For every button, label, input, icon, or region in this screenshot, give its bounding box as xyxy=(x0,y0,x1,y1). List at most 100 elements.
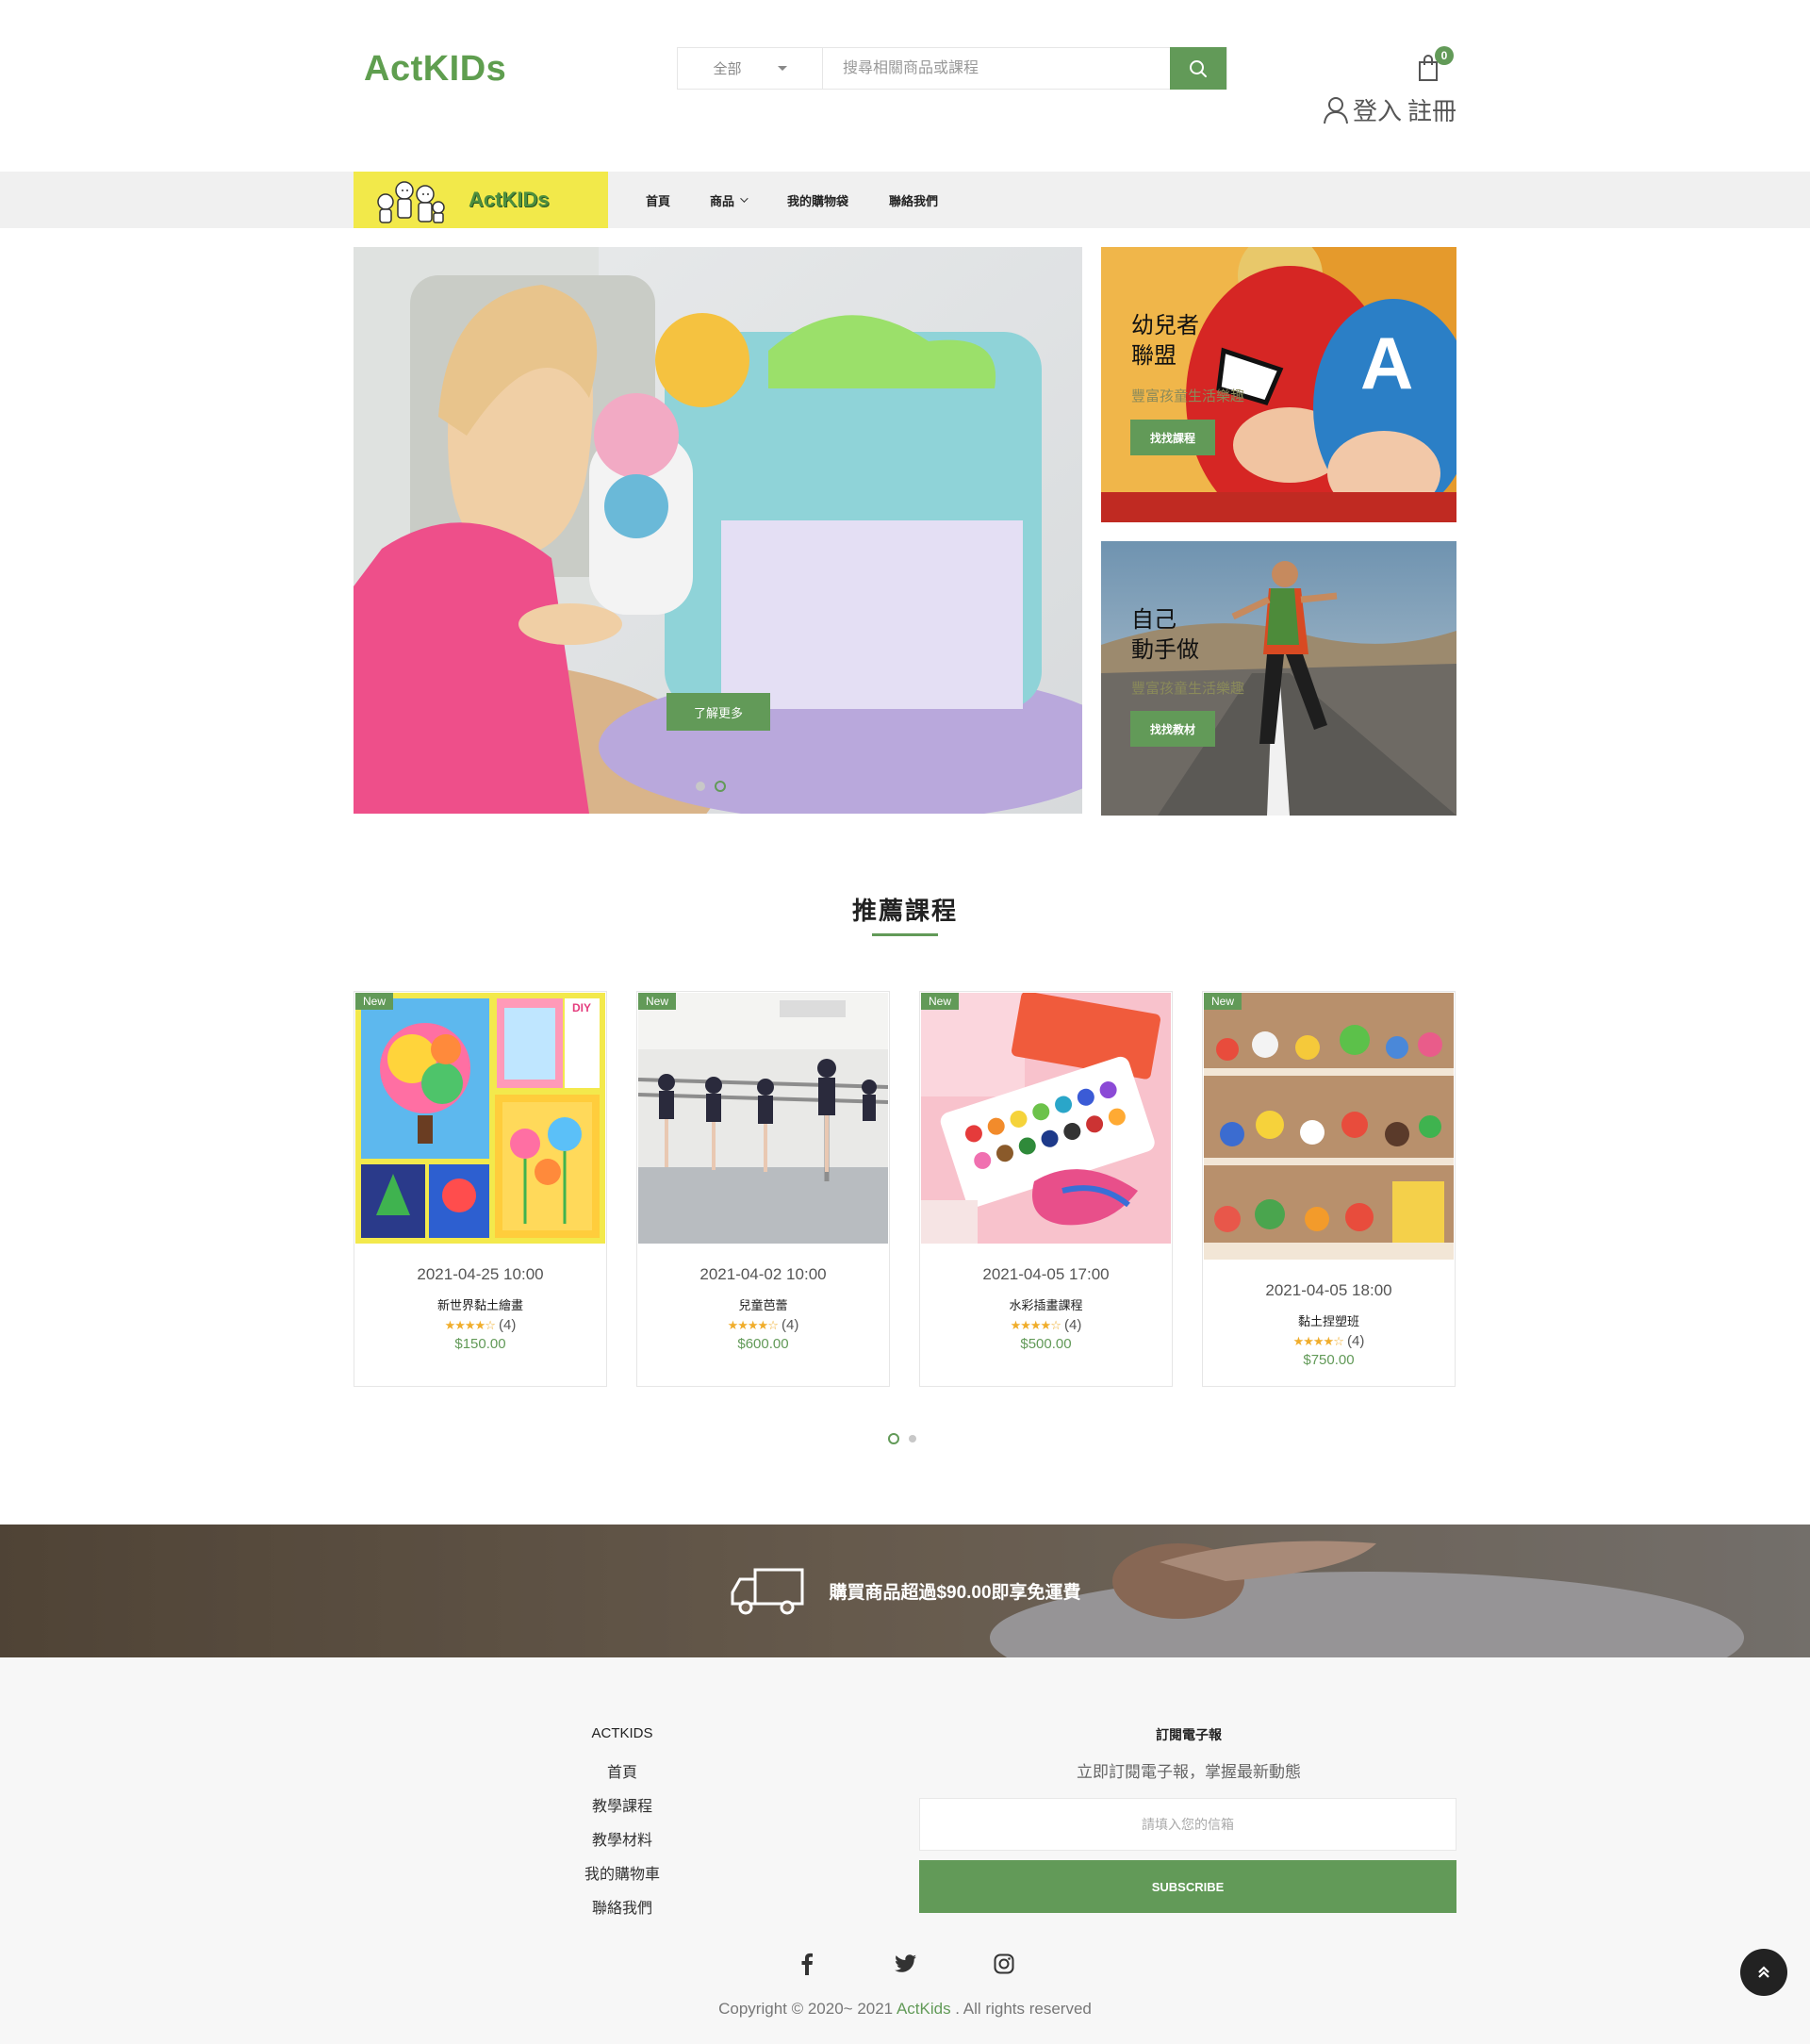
promo-card-courses: A 幼兒者 聯盟 豐富孩童生活樂趣 找找課程 xyxy=(1101,247,1456,522)
superhero-kids-image: A xyxy=(1101,247,1456,522)
double-chevron-up-icon xyxy=(1758,1966,1769,1978)
copyright-brand-link[interactable]: ActKids xyxy=(897,2000,951,2018)
instagram-icon xyxy=(994,1953,1014,1974)
search-category-label: 全部 xyxy=(713,61,742,77)
product-card[interactable]: New 2021-04-02 10:00 兒童芭蕾 ★★★★☆ (4) $600… xyxy=(636,991,890,1387)
kids-illustration xyxy=(372,173,448,226)
free-shipping-text: 購買商品超過$90.00即享免運費 xyxy=(829,1583,1081,1603)
star-rating-icon: ★★★★☆ xyxy=(1010,1318,1061,1332)
find-courses-button[interactable]: 找找課程 xyxy=(1130,420,1215,455)
search-category-select[interactable]: 全部 xyxy=(678,48,823,89)
hero-dot-2[interactable] xyxy=(715,781,726,792)
facebook-link[interactable] xyxy=(793,1950,821,1978)
review-count: (4) xyxy=(499,1317,517,1333)
subscribe-button[interactable]: SUBSCRIBE xyxy=(919,1860,1456,1913)
hero-carousel-dots xyxy=(696,781,726,792)
footer-link-home[interactable]: 首頁 xyxy=(528,1759,716,1782)
user-icon xyxy=(1324,96,1348,124)
star-rating-icon: ★★★★☆ xyxy=(1292,1334,1344,1348)
footer-link-courses[interactable]: 教學課程 xyxy=(528,1793,716,1816)
review-count: (4) xyxy=(1347,1333,1365,1349)
nav-products-label: 商品 xyxy=(710,193,735,208)
copyright: Copyright © 2020~ 2021 ActKids . All rig… xyxy=(0,2000,1810,2019)
product-image xyxy=(638,993,888,1244)
twitter-icon xyxy=(895,1954,916,1972)
product-card[interactable]: New 2021-04-05 17:00 水彩插畫課程 ★★★★☆ (4) $5… xyxy=(919,991,1173,1387)
product-price: $150.00 xyxy=(454,1336,506,1352)
product-dot-2[interactable] xyxy=(909,1435,916,1442)
nav-brand: ActKIDs xyxy=(469,188,550,211)
free-shipping-banner: 購買商品超過$90.00即享免運費 xyxy=(0,1525,1810,1657)
copyright-prefix: Copyright © 2020~ 2021 xyxy=(718,2000,897,2018)
instagram-link[interactable] xyxy=(990,1950,1018,1978)
product-name: 黏土捏塑班 xyxy=(1297,1314,1359,1328)
footer-heading: ACTKIDS xyxy=(591,1725,653,1741)
star-rating-icon: ★★★★☆ xyxy=(444,1318,496,1332)
nav-my-bag[interactable]: 我的購物袋 xyxy=(787,172,848,228)
new-badge: New xyxy=(355,993,394,1010)
product-price: $500.00 xyxy=(1020,1336,1072,1352)
twitter-link[interactable] xyxy=(892,1950,920,1978)
footer-link-cart[interactable]: 我的購物車 xyxy=(528,1861,716,1884)
promo-2-subtitle: 豐富孩童生活樂趣 xyxy=(1131,681,1245,697)
truck-icon xyxy=(731,1568,804,1614)
nav-logo[interactable]: ActKIDs xyxy=(354,172,608,228)
cart-count-badge: 0 xyxy=(1435,46,1454,65)
newsletter-heading: 訂閱電子報 xyxy=(1156,1727,1222,1742)
search-icon xyxy=(1190,59,1207,77)
review-count: (4) xyxy=(782,1317,799,1333)
product-card[interactable]: New 2021-04-05 18:00 黏土捏塑班 ★★★★☆ (4) $75… xyxy=(1202,991,1456,1387)
newsletter-subtitle: 立即訂閱電子報，掌握最新動態 xyxy=(1077,1763,1301,1781)
product-price: $600.00 xyxy=(737,1336,789,1352)
promo-2-title-line1: 自己 xyxy=(1131,607,1176,633)
facebook-icon xyxy=(801,1953,813,1975)
find-materials-button[interactable]: 找找教材 xyxy=(1130,711,1215,747)
svg-text:DIY: DIY xyxy=(572,1001,591,1014)
copyright-suffix: . All rights reserved xyxy=(950,2000,1092,2018)
register-link[interactable]: 註冊 xyxy=(1407,92,1456,127)
footer-link-materials[interactable]: 教學材料 xyxy=(528,1827,716,1850)
caret-down-icon xyxy=(777,66,787,71)
new-badge: New xyxy=(1204,993,1242,1010)
svg-text:A: A xyxy=(1360,321,1413,404)
search-bar: 全部 xyxy=(677,47,1227,90)
product-carousel-dots xyxy=(888,1433,916,1444)
login-link[interactable]: 登入 xyxy=(1353,92,1402,127)
hero-dot-1[interactable] xyxy=(696,782,705,791)
nav-home[interactable]: 首頁 xyxy=(646,172,670,228)
review-count: (4) xyxy=(1064,1317,1082,1333)
nav-products[interactable]: 商品 xyxy=(710,172,749,228)
product-name: 新世界黏土繪畫 xyxy=(436,1298,523,1312)
nav-my-bag-label: 我的購物袋 xyxy=(787,193,849,208)
section-title: 推薦課程 xyxy=(851,897,958,925)
promo-card-materials: 自己 動手做 豐富孩童生活樂趣 找找教材 xyxy=(1101,541,1456,816)
footer xyxy=(0,1657,1810,2044)
product-name: 兒童芭蕾 xyxy=(738,1298,788,1312)
product-rating: ★★★★☆ (4) xyxy=(637,1317,889,1333)
product-date: 2021-04-25 10:00 xyxy=(417,1265,544,1283)
star-rating-icon: ★★★★☆ xyxy=(727,1318,779,1332)
hero-learn-more-button[interactable]: 了解更多 xyxy=(666,693,770,731)
nav-contact[interactable]: 聯絡我們 xyxy=(889,172,938,228)
search-input[interactable] xyxy=(824,48,1182,89)
nav-home-label: 首頁 xyxy=(646,193,671,208)
back-to-top-button[interactable] xyxy=(1740,1949,1787,1996)
site-logo[interactable]: ActKIDs xyxy=(364,49,506,90)
section-title-underline xyxy=(872,933,938,936)
product-date: 2021-04-05 18:00 xyxy=(1265,1281,1392,1299)
product-rating: ★★★★☆ (4) xyxy=(1203,1333,1455,1349)
search-button[interactable] xyxy=(1170,47,1226,90)
account-links: 登入 註冊 xyxy=(1323,92,1462,127)
promo-1-title-line1: 幼兒者 xyxy=(1131,313,1199,338)
newsletter-email-input[interactable] xyxy=(919,1798,1456,1851)
product-rating: ★★★★☆ (4) xyxy=(920,1317,1172,1333)
product-image: DIY xyxy=(355,993,605,1244)
product-dot-1[interactable] xyxy=(888,1433,899,1444)
product-price: $750.00 xyxy=(1303,1352,1355,1368)
product-date: 2021-04-02 10:00 xyxy=(699,1265,827,1283)
product-card[interactable]: DIY New 2021-04-25 10:00 新世界黏土繪畫 ★★★★☆ (… xyxy=(354,991,607,1387)
new-badge: New xyxy=(638,993,677,1010)
promo-2-title-line2: 動手做 xyxy=(1131,637,1199,663)
footer-link-contact[interactable]: 聯絡我們 xyxy=(528,1895,716,1918)
promo-1-title-line2: 聯盟 xyxy=(1131,343,1176,369)
